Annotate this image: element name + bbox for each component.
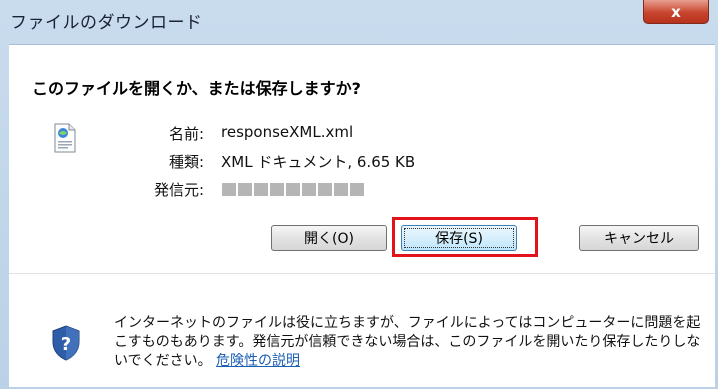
save-highlight-frame (392, 217, 538, 257)
dialog-content: このファイルを開くか、または保存しますか? 名前: responseXML.xm… (9, 44, 715, 387)
file-from-label-cell: 発信元: (9, 179, 204, 199)
from-redacted-block (222, 183, 364, 196)
shield-question-icon: ? (52, 325, 80, 361)
open-button[interactable]: 開く(O) (271, 225, 387, 251)
file-type-value: XML ドキュメント, 6.65 KB (221, 153, 416, 171)
file-type-label: 種類: (168, 153, 204, 171)
file-from-label: 発信元: (153, 181, 204, 199)
close-icon: x (671, 2, 681, 21)
close-button[interactable]: x (643, 0, 709, 24)
file-name-label: 名前: (168, 125, 204, 143)
window-title: ファイルのダウンロード (10, 13, 203, 33)
file-name-label-cell: 名前: (9, 123, 204, 143)
file-name-value: responseXML.xml (221, 123, 354, 141)
warning-message: インターネットのファイルは役に立ちますが、ファイルによってはコンピューターに問題… (114, 314, 704, 371)
warning-text: インターネットのファイルは役に立ちますが、ファイルによってはコンピューターに問題… (114, 315, 701, 369)
title-bar[interactable]: ファイルのダウンロード x (0, 0, 718, 44)
dialog-question: このファイルを開くか、または保存しますか? (32, 79, 361, 98)
dialog-window: ファイルのダウンロード x このファイルを開くか、または保存しますか? 名前: … (0, 0, 718, 389)
file-type-label-cell: 種類: (9, 151, 204, 171)
risk-explanation-link[interactable]: 危険性の説明 (216, 353, 300, 369)
cancel-button[interactable]: キャンセル (579, 225, 699, 251)
svg-text:?: ? (61, 334, 71, 355)
